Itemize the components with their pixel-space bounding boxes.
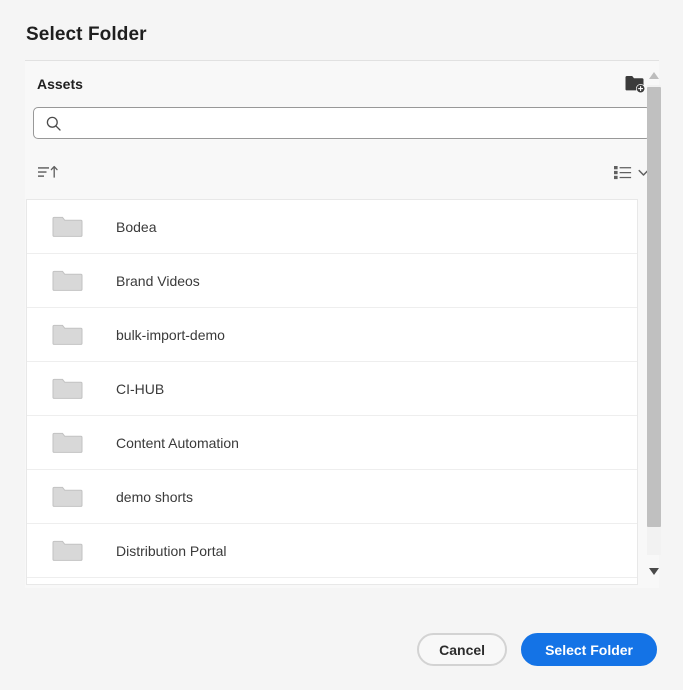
folder-icon (51, 268, 83, 294)
list-item[interactable]: Brand Videos (27, 254, 637, 308)
folder-icon (51, 322, 83, 348)
list-item[interactable]: demo shorts (27, 470, 637, 524)
scrollbar-thumb[interactable] (647, 87, 661, 527)
list-scrollbar[interactable] (643, 61, 665, 589)
sort-order-button[interactable] (37, 161, 63, 183)
list-view-icon (613, 164, 633, 181)
scroll-up-arrow-icon (648, 71, 660, 80)
folder-icon (51, 484, 83, 510)
search-field[interactable] (33, 107, 651, 139)
list-item[interactable] (27, 578, 637, 585)
folder-name: Bodea (116, 219, 156, 235)
folder-name: CI-HUB (116, 381, 164, 397)
dialog-title: Select Folder (26, 24, 147, 46)
dialog-footer: Cancel Select Folder (417, 633, 657, 666)
panel-header: Assets (25, 61, 659, 107)
list-toolbar (25, 151, 659, 193)
scroll-down-arrow-icon (648, 567, 660, 576)
folder-list[interactable]: Bodea Brand Videos bulk-import-demo CI-H… (26, 199, 638, 585)
folder-name: bulk-import-demo (116, 327, 225, 343)
folder-name: Content Automation (116, 435, 239, 451)
select-folder-button[interactable]: Select Folder (521, 633, 657, 666)
folder-icon (51, 430, 83, 456)
list-item[interactable]: Distribution Portal (27, 524, 637, 578)
scroll-down-button[interactable] (643, 561, 665, 581)
panel-header-title: Assets (37, 76, 83, 92)
scroll-up-button[interactable] (643, 65, 665, 85)
folder-name: Distribution Portal (116, 543, 227, 559)
cancel-button[interactable]: Cancel (417, 633, 507, 666)
list-item[interactable]: Bodea (27, 200, 637, 254)
folder-icon (51, 214, 83, 240)
search-input[interactable] (34, 108, 650, 138)
search-icon (45, 115, 61, 131)
folder-icon (51, 538, 83, 564)
folder-name: demo shorts (116, 489, 193, 505)
sort-ascending-icon (37, 164, 59, 180)
folder-icon (51, 376, 83, 402)
folder-browser-panel: Assets (25, 60, 659, 588)
search-container (33, 107, 651, 139)
folder-name: Brand Videos (116, 273, 200, 289)
list-item[interactable]: Content Automation (27, 416, 637, 470)
list-item[interactable]: CI-HUB (27, 362, 637, 416)
list-item[interactable]: bulk-import-demo (27, 308, 637, 362)
